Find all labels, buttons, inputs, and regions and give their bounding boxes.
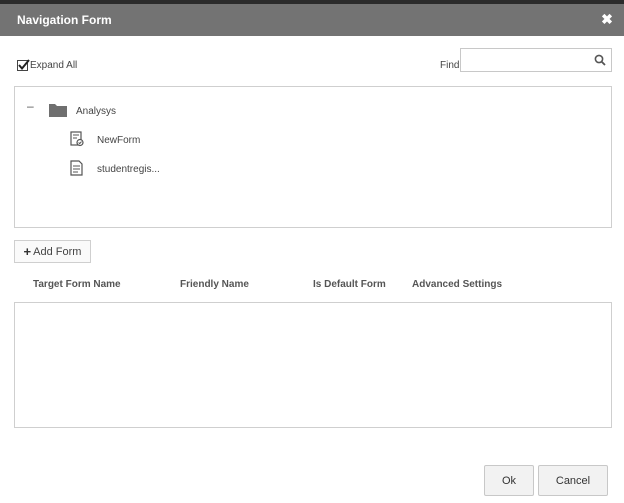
close-icon[interactable]: ✖ (600, 11, 614, 27)
plus-icon: + (23, 244, 32, 259)
find-label: Find (440, 60, 460, 71)
column-header-is-default-form[interactable]: Is Default Form (313, 279, 386, 290)
expand-all-option[interactable]: Expand All (17, 58, 77, 72)
column-header-friendly-name[interactable]: Friendly Name (180, 279, 249, 290)
collapse-toggle[interactable]: – (27, 99, 34, 113)
dialog-title: Navigation Form (17, 13, 112, 27)
cancel-button[interactable]: Cancel (538, 465, 608, 496)
expand-all-label: Expand All (30, 59, 78, 71)
folder-icon (49, 104, 67, 117)
form-checklist-icon (70, 131, 84, 147)
tree-form-item[interactable]: NewForm (97, 135, 140, 146)
find-input[interactable] (464, 50, 596, 72)
form-tree-panel: – Analysys NewForm studentregis... (14, 86, 612, 228)
ok-button[interactable]: Ok (484, 465, 534, 496)
checkmark-icon (18, 58, 30, 70)
tree-form-item[interactable]: studentregis... (97, 164, 160, 175)
search-icon[interactable] (594, 54, 606, 66)
document-icon (70, 160, 83, 176)
add-form-button[interactable]: + Add Form (14, 240, 91, 263)
dialog-titlebar: Navigation Form ✖ (0, 4, 624, 36)
find-field[interactable] (460, 48, 612, 72)
navigation-grid (14, 302, 612, 428)
column-header-advanced-settings[interactable]: Advanced Settings (412, 279, 502, 290)
expand-all-checkbox[interactable] (17, 58, 30, 71)
navigation-form-dialog: Navigation Form ✖ Expand All Find – Anal… (0, 0, 624, 503)
add-form-label: Add Form (33, 245, 82, 258)
column-header-target-form-name[interactable]: Target Form Name (33, 279, 121, 290)
tree-folder-label[interactable]: Analysys (76, 106, 116, 117)
